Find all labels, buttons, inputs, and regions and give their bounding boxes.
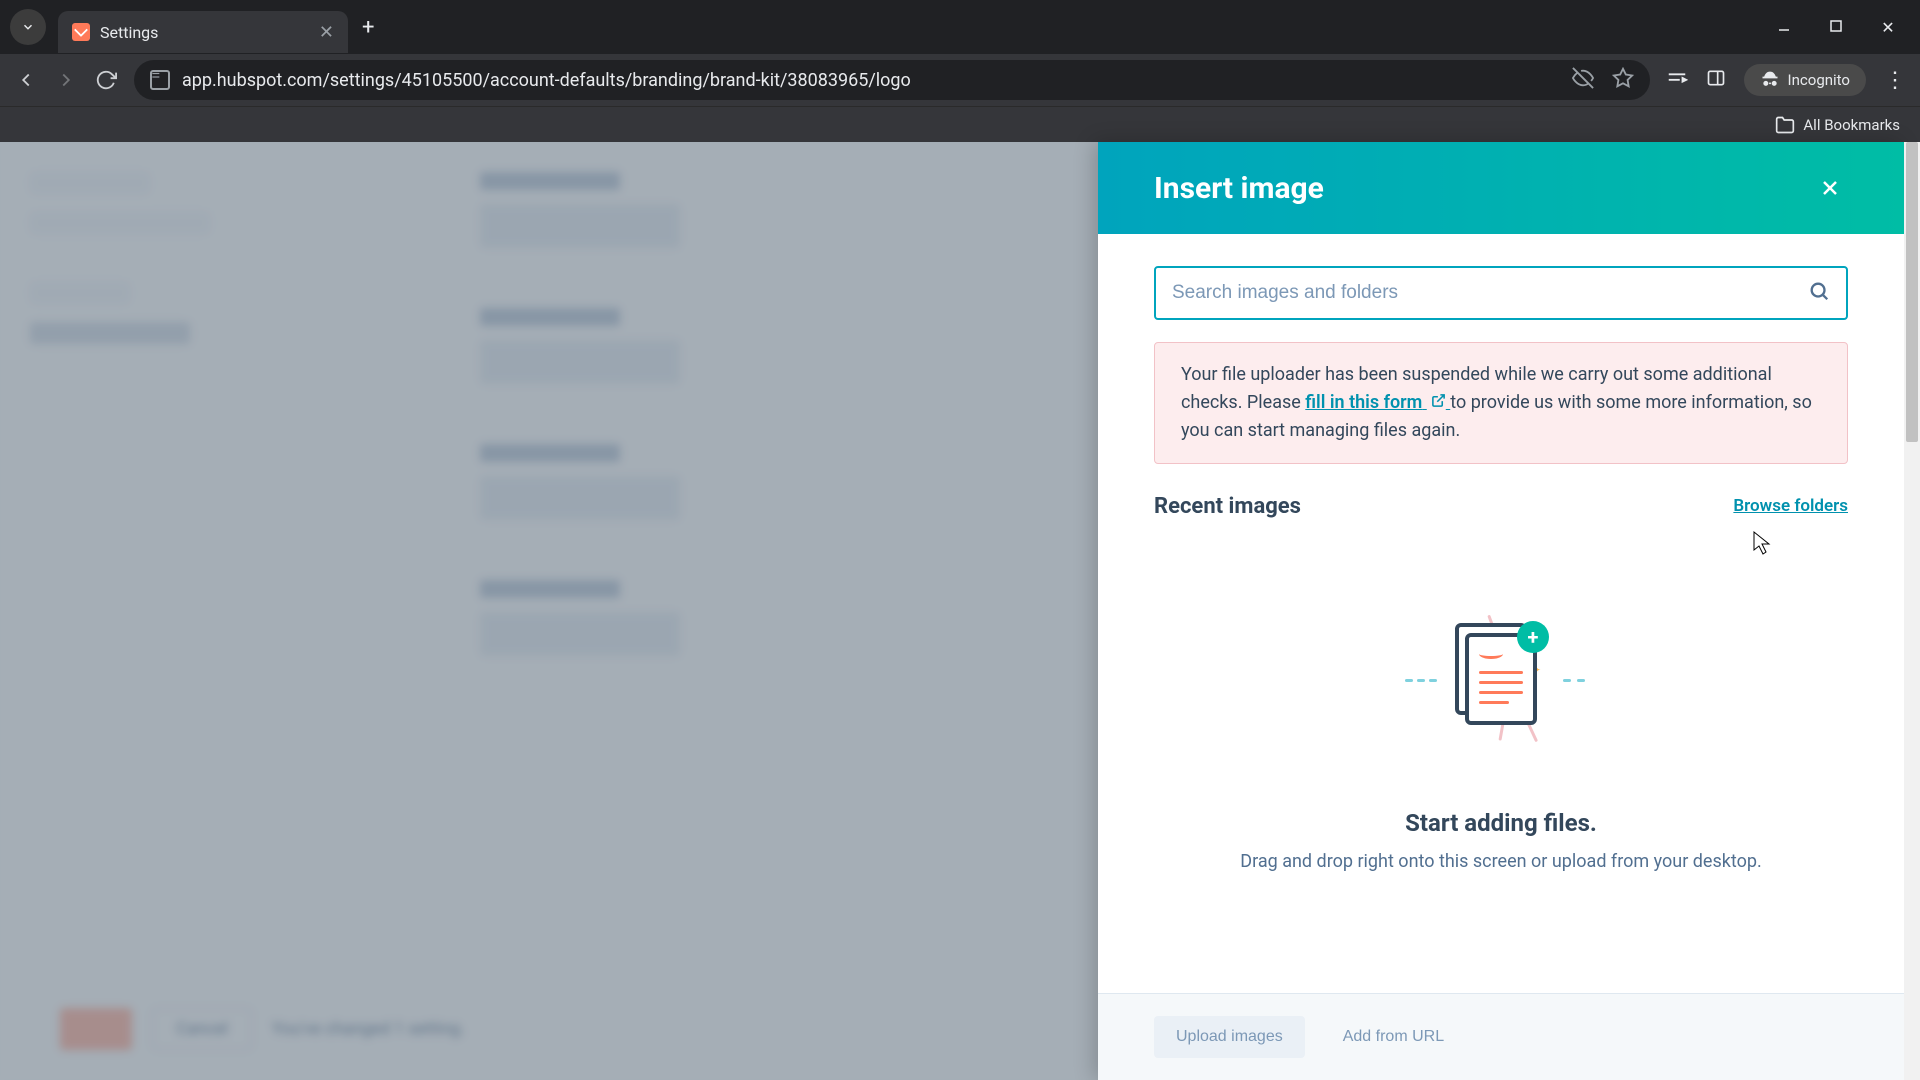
forward-button[interactable] <box>54 68 78 92</box>
new-tab-button[interactable]: + <box>348 15 388 40</box>
bookmarks-bar: All Bookmarks <box>0 106 1920 142</box>
browser-tab[interactable]: Settings ✕ <box>58 11 348 53</box>
browser-menu-icon[interactable]: ⋮ <box>1884 68 1906 93</box>
recent-images-header: Recent images Browse folders <box>1154 494 1848 519</box>
minimize-button[interactable] <box>1772 18 1796 37</box>
browse-folders-link[interactable]: Browse folders <box>1733 496 1848 516</box>
fill-form-link[interactable]: fill in this form <box>1305 392 1450 413</box>
insert-image-panel: Insert image Your file uploader has been… <box>1098 142 1904 1080</box>
media-control-icon[interactable] <box>1666 67 1688 93</box>
bookmark-star-icon[interactable] <box>1612 67 1634 94</box>
external-link-icon <box>1431 389 1446 417</box>
search-icon[interactable] <box>1808 280 1830 306</box>
panel-footer: Upload images Add from URL <box>1098 993 1904 1080</box>
upload-images-button[interactable]: Upload images <box>1154 1016 1305 1058</box>
tab-search-button[interactable] <box>10 9 46 45</box>
browser-tab-strip: Settings ✕ + ✕ <box>0 0 1920 54</box>
recent-images-heading: Recent images <box>1154 494 1301 519</box>
side-panel-icon[interactable] <box>1706 68 1726 92</box>
add-files-illustration: ✦ ✦ ✦ ✦ ✦ ✦ + <box>1371 579 1631 779</box>
close-panel-button[interactable] <box>1812 170 1848 206</box>
empty-state-subtext: Drag and drop right onto this screen or … <box>1154 851 1848 872</box>
window-controls: ✕ <box>1772 18 1910 37</box>
uploader-suspended-alert: Your file uploader has been suspended wh… <box>1154 342 1848 464</box>
search-field-wrapper[interactable] <box>1154 266 1848 320</box>
incognito-label: Incognito <box>1788 71 1850 89</box>
site-info-icon[interactable] <box>150 70 170 90</box>
maximize-button[interactable] <box>1824 18 1848 37</box>
eye-off-icon[interactable] <box>1572 67 1594 94</box>
reload-button[interactable] <box>94 68 118 92</box>
page-content: Cancel You've changed 1 setting. Insert … <box>0 142 1920 1080</box>
incognito-indicator[interactable]: Incognito <box>1744 64 1866 96</box>
search-input[interactable] <box>1172 282 1808 304</box>
empty-state: ✦ ✦ ✦ ✦ ✦ ✦ + <box>1154 559 1848 912</box>
folder-icon <box>1775 115 1795 135</box>
url-text: app.hubspot.com/settings/45105500/accoun… <box>182 70 911 91</box>
close-tab-icon[interactable]: ✕ <box>319 22 334 43</box>
panel-header: Insert image <box>1098 142 1904 234</box>
all-bookmarks-link[interactable]: All Bookmarks <box>1803 116 1900 134</box>
scrollbar-thumb[interactable] <box>1906 142 1918 442</box>
hubspot-favicon <box>72 23 90 41</box>
empty-state-heading: Start adding files. <box>1154 809 1848 837</box>
vertical-scrollbar[interactable] <box>1904 142 1920 1080</box>
browser-toolbar: app.hubspot.com/settings/45105500/accoun… <box>0 54 1920 106</box>
back-button[interactable] <box>14 68 38 92</box>
add-from-url-button[interactable]: Add from URL <box>1321 1016 1466 1058</box>
address-bar[interactable]: app.hubspot.com/settings/45105500/accoun… <box>134 60 1650 100</box>
panel-body: Your file uploader has been suspended wh… <box>1098 234 1904 993</box>
close-window-button[interactable]: ✕ <box>1876 18 1900 37</box>
tab-title: Settings <box>100 23 158 42</box>
panel-title: Insert image <box>1154 171 1324 206</box>
plus-icon: + <box>1517 621 1549 653</box>
